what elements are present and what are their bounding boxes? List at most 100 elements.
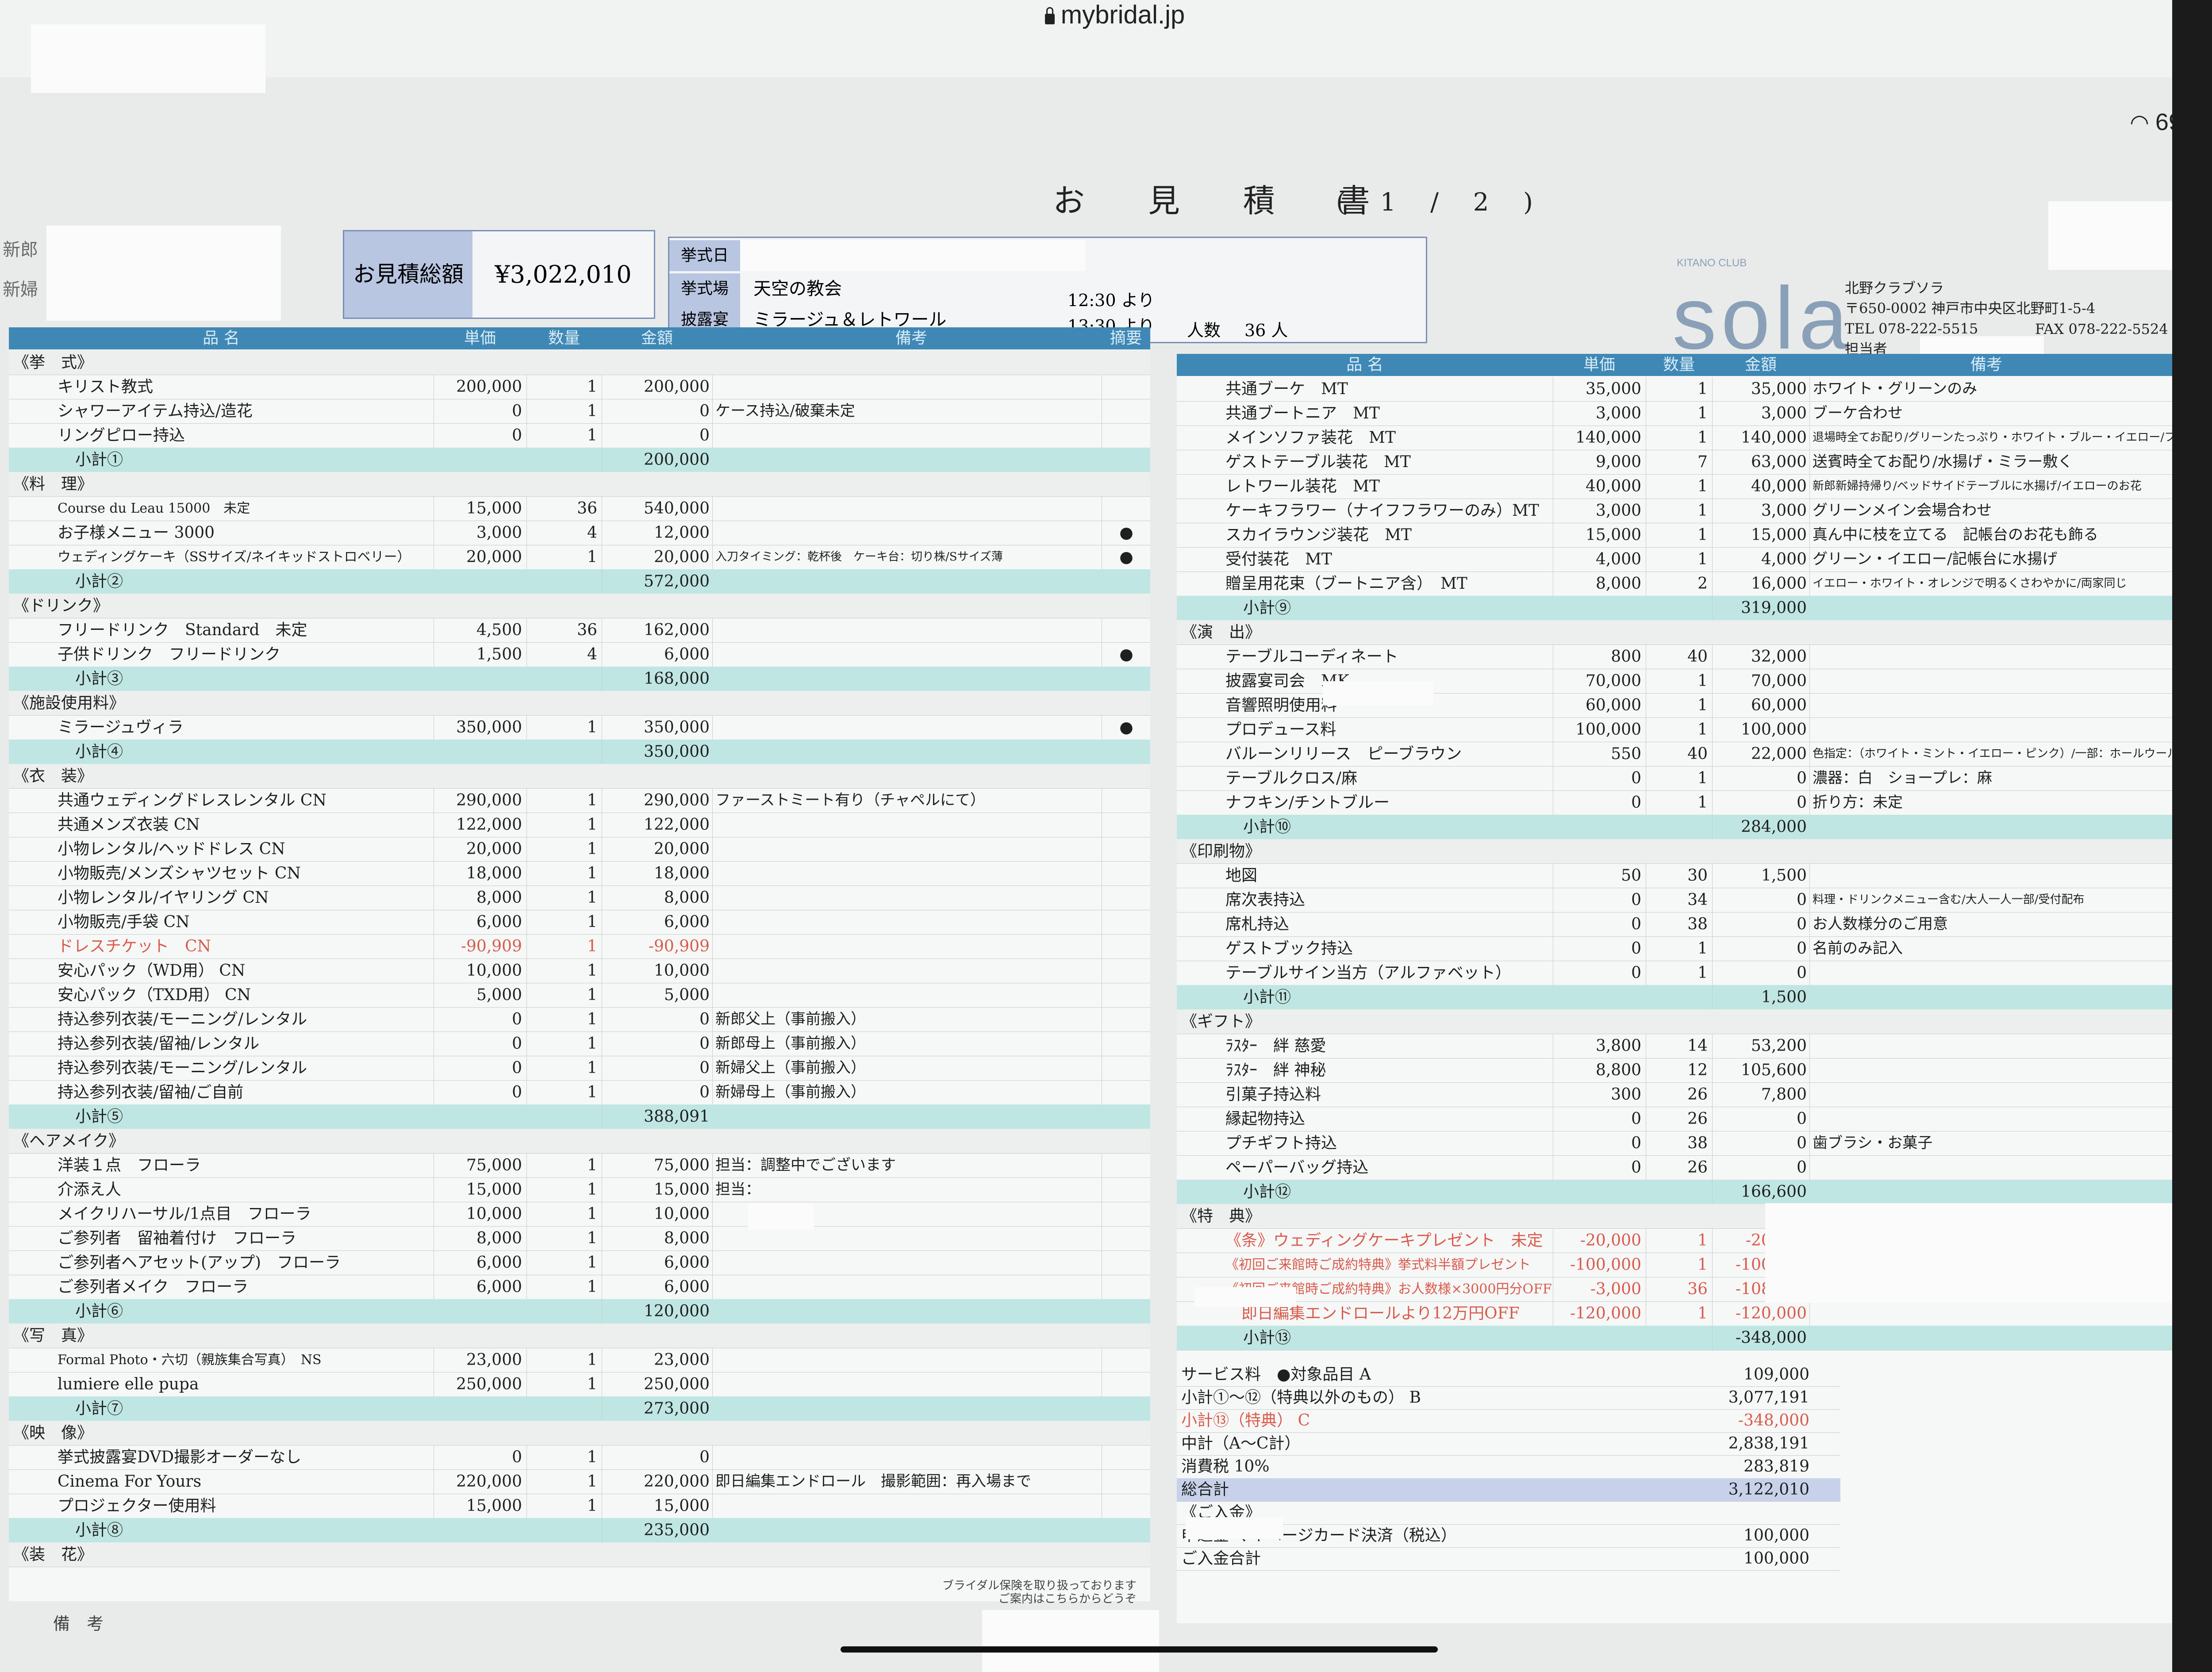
amount: 1,500 — [1712, 863, 1809, 888]
summary-mark — [1102, 1348, 1151, 1372]
home-indicator[interactable] — [841, 1646, 1438, 1653]
lock-icon — [1045, 7, 1055, 24]
remarks: 新郎父上（事前搬入） — [712, 1007, 1102, 1032]
item-name: メイクリハーサル/1点目 フローラ — [58, 1205, 311, 1223]
quantity: 38 — [1646, 1131, 1712, 1155]
groom-label: 新郎 — [3, 240, 38, 260]
left-estimate-table: 品 名 単価 数量 金額 備考 摘要 《挙 式》 キリスト教式 200,000 1 20… — [9, 327, 1150, 1601]
unit-price: -90,909 — [434, 934, 526, 959]
remarks — [712, 375, 1102, 399]
summary-mark — [1102, 983, 1151, 1007]
amount: 388,091 — [602, 1104, 712, 1129]
table-row: スカイラウンジ装花 MT 15,000 1 15,000 真ん中に枝を立てる 記帳台のお… — [1177, 523, 2212, 548]
summary-row: 消費税 10% 283,819 — [1177, 1455, 1840, 1479]
amount: 12,000 — [602, 521, 712, 545]
unit-price: 0 — [434, 1032, 526, 1056]
header-summary: 摘要 — [1110, 329, 1142, 347]
item-name: スカイラウンジ装花 MT — [1225, 526, 1412, 544]
remarks — [712, 813, 1102, 837]
redacted-area — [748, 1203, 814, 1230]
item-name: 小物販売/手袋 CN — [58, 913, 190, 931]
amount: 7,800 — [1712, 1082, 1809, 1107]
item-name: 席次表持込 — [1225, 891, 1306, 909]
unit-price: 0 — [1553, 888, 1646, 912]
quantity: 36 — [526, 618, 602, 642]
quantity: 26 — [1646, 1082, 1712, 1107]
item-name: 小計⑧ — [75, 1521, 123, 1539]
summary-label: ご入金合計 — [1181, 1549, 1261, 1568]
quantity: 1 — [1646, 401, 1712, 426]
quantity: 4 — [526, 521, 602, 545]
table-row: 小物販売/手袋 CN 6,000 1 6,000 — [9, 910, 1150, 935]
redacted-area — [31, 24, 265, 93]
amount: 8,000 — [602, 1226, 712, 1250]
amount: 0 — [1712, 1107, 1809, 1131]
table-row: 地図 50 30 1,500 — [1177, 863, 2212, 888]
quantity: 38 — [1646, 912, 1712, 936]
summary-mark — [1102, 1226, 1151, 1250]
redacted-area — [1194, 1287, 1296, 1307]
table-row: 贈呈用花束（ブートニア含） MT 8,000 2 16,000 イエロー・ホワイト・オレ… — [1177, 571, 2212, 596]
quantity: 1 — [526, 1056, 602, 1080]
amount: 40,000 — [1712, 474, 1809, 499]
table-row: 持込参列衣装/モーニング/レンタル 0 1 0 新郎父上（事前搬入） — [9, 1007, 1150, 1032]
address-bar[interactable]: mybridal.jp — [0, 0, 2212, 30]
quantity: 26 — [1646, 1155, 1712, 1180]
table-row: ゲストブック持込 0 1 0 名前のみ記入 — [1177, 936, 2212, 961]
unit-price: 40,000 — [1553, 474, 1646, 499]
quantity: 40 — [1646, 644, 1712, 669]
table-row: 縁起物持込 0 26 0 — [1177, 1107, 2212, 1131]
remarks — [1809, 1155, 2212, 1180]
table-row: ご参列者メイク フローラ 6,000 1 6,000 — [9, 1275, 1150, 1300]
table-row: ナフキン/チントブルー 0 1 0 折り方：未定 — [1177, 790, 2212, 815]
fine-print-line: ご案内はこちらからどうぞ — [998, 1592, 1137, 1606]
table-row: レトワール装花 MT 40,000 1 40,000 新郎新婦持帰り/ベッドサイドテーブ… — [1177, 474, 2212, 499]
amount: 0 — [602, 1032, 712, 1056]
summary-mark — [1102, 399, 1151, 423]
summary-mark — [1102, 934, 1151, 959]
amount: 0 — [1712, 961, 1809, 985]
remarks — [1809, 1058, 2212, 1082]
table-row: フリードリンク Standard 未定 4,500 36 162,000 — [9, 618, 1150, 643]
quantity: 40 — [1646, 742, 1712, 766]
amount: -120,000 — [1712, 1301, 1809, 1326]
unit-price: 75,000 — [434, 1153, 526, 1177]
unit-price: 0 — [1553, 790, 1646, 815]
quantity: 1 — [526, 959, 602, 983]
section-header-row: 《写 真》 — [9, 1323, 1150, 1348]
remarks: 即日編集エンドロール 撮影範囲：再入場まで — [712, 1469, 1102, 1494]
unit-price: 0 — [434, 1007, 526, 1032]
item-name: 小計② — [75, 572, 123, 591]
remarks-label: 備 考 — [53, 1614, 104, 1634]
quantity: 1 — [1646, 1253, 1712, 1277]
quantity: 1 — [1646, 377, 1712, 401]
amount: 3,000 — [1712, 499, 1809, 523]
couple-labels: 新郎 新婦 — [3, 230, 38, 310]
unit-price: 0 — [1553, 961, 1646, 985]
amount: 100,000 — [1712, 717, 1809, 742]
remarks — [712, 1445, 1102, 1469]
item-name: ケーキフラワー（ナイフフラワーのみ）MT — [1225, 502, 1539, 520]
remarks: 折り方：未定 — [1809, 790, 2212, 815]
section-header-row: 《挙 式》 — [9, 350, 1150, 375]
subtotal-row: 小計④ 350,000 — [9, 740, 1150, 764]
table-row: 席次表持込 0 34 0 料理・ドリンクメニュー含む/大人一人一部/受付配布 — [1177, 888, 2212, 913]
unit-price: 0 — [1553, 766, 1646, 790]
unit-price: 70,000 — [1553, 669, 1646, 693]
unit-price: -100,000 — [1553, 1253, 1646, 1277]
summary-mark: ● — [1102, 521, 1151, 545]
summary-mark — [1102, 496, 1151, 521]
section-header-row: 《演 出》 — [1177, 620, 2212, 645]
quantity: 1 — [1646, 523, 1712, 547]
quantity: 1 — [1646, 474, 1712, 499]
company-fax: FAX 078-222-5524 — [2035, 321, 2168, 337]
screen: mybridal.jp ◠69% お 見 積 書 ( 1 / 2 ) 新郎 新婦… — [0, 0, 2212, 1672]
table-row: Cinema For Yours 220,000 1 220,000 即日編集エンドロー… — [9, 1469, 1150, 1494]
quantity: 1 — [1646, 717, 1712, 742]
amount: 22,000 — [1712, 742, 1809, 766]
unit-price: 8,000 — [434, 886, 526, 910]
amount: 166,600 — [1712, 1180, 1809, 1204]
item-name: 《初回ご来館時ご成約特典》挙式料半額プレゼント — [1225, 1257, 1531, 1273]
item-name: リングピロー持込 — [58, 426, 185, 445]
amount: 10,000 — [602, 1202, 712, 1226]
